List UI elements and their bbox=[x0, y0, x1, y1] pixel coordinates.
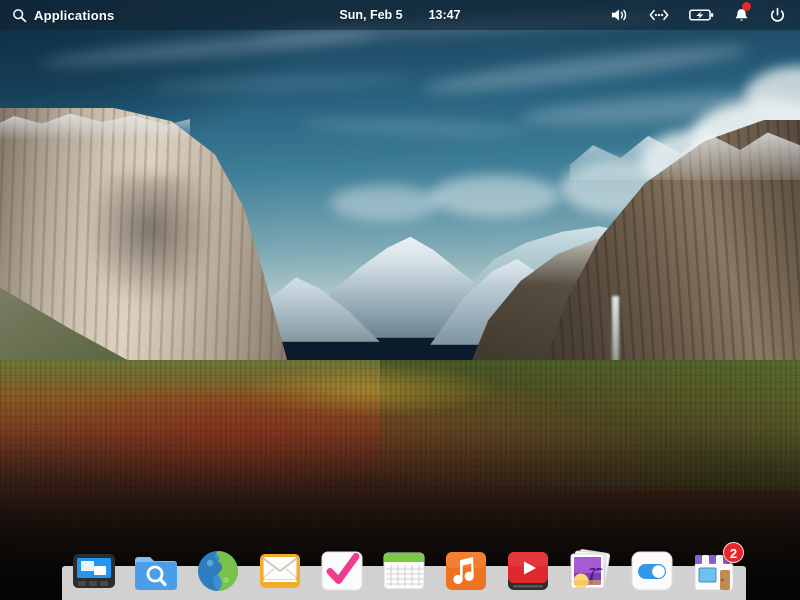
notification-alert-dot bbox=[742, 2, 751, 11]
date-label: Sun, Feb 5 bbox=[339, 8, 402, 22]
dock-item-settings[interactable] bbox=[627, 546, 677, 596]
folder-search-icon bbox=[131, 546, 181, 596]
dock-item-videos[interactable] bbox=[503, 546, 553, 596]
power-icon[interactable] bbox=[769, 0, 786, 30]
volume-icon[interactable] bbox=[610, 0, 629, 30]
dock-item-tasks[interactable] bbox=[317, 546, 367, 596]
cumulus-cloud bbox=[430, 175, 560, 217]
play-icon bbox=[503, 546, 553, 596]
dock-item-calendar[interactable] bbox=[379, 546, 429, 596]
envelope-icon bbox=[255, 546, 305, 596]
applications-label: Applications bbox=[34, 8, 114, 23]
app-center-badge: 2 bbox=[723, 542, 744, 563]
calendar-icon bbox=[379, 546, 429, 596]
notifications-bell-icon[interactable] bbox=[733, 0, 750, 30]
dock-item-web-browser[interactable] bbox=[193, 546, 243, 596]
photo-stack-icon bbox=[565, 546, 615, 596]
toggle-switch-icon bbox=[627, 546, 677, 596]
cumulus-cloud bbox=[330, 185, 440, 221]
dock-item-files[interactable] bbox=[131, 546, 181, 596]
top-panel: Applications Sun, Feb 5 13:47 bbox=[0, 0, 800, 30]
dock-item-app-center[interactable]: 2 bbox=[689, 546, 739, 596]
desktop-screen: Applications Sun, Feb 5 13:47 bbox=[0, 0, 800, 600]
checkmark-icon bbox=[317, 546, 367, 596]
dock-item-music[interactable] bbox=[441, 546, 491, 596]
search-icon bbox=[12, 0, 27, 30]
applications-menu[interactable]: Applications bbox=[0, 0, 114, 30]
dock-item-list: 2 bbox=[62, 540, 746, 596]
music-note-icon bbox=[441, 546, 491, 596]
dock-item-mail[interactable] bbox=[255, 546, 305, 596]
globe-icon bbox=[193, 546, 243, 596]
desktop-wallpaper bbox=[0, 0, 800, 600]
window-manager-icon bbox=[69, 546, 119, 596]
network-icon[interactable] bbox=[648, 0, 670, 30]
time-label: 13:47 bbox=[429, 8, 461, 22]
battery-charging-icon[interactable] bbox=[689, 0, 714, 30]
system-indicators bbox=[610, 0, 800, 30]
dock-item-photos[interactable] bbox=[565, 546, 615, 596]
el-capitan-shadow bbox=[90, 175, 240, 355]
dock-item-window-manager[interactable] bbox=[69, 546, 119, 596]
